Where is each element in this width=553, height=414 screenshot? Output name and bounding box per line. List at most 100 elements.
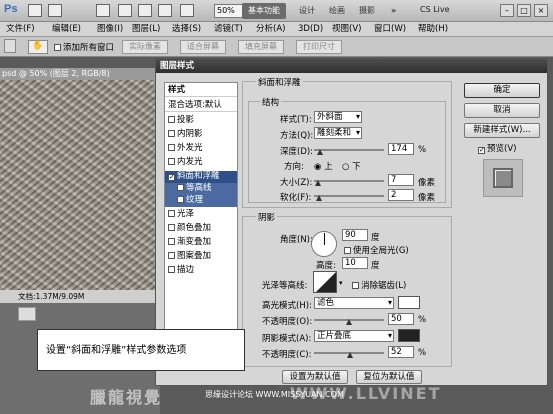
minimize-button[interactable]: –	[500, 4, 514, 17]
workspace-photography[interactable]: 摄影	[353, 3, 381, 19]
blending-options[interactable]: 混合选项:默认	[165, 100, 237, 112]
shadow-opacity-thumb[interactable]	[347, 352, 353, 358]
highlight-opacity-thumb[interactable]	[346, 319, 352, 325]
depth-input[interactable]: 174	[388, 143, 414, 155]
inner-shadow-checkbox[interactable]	[168, 130, 175, 137]
arrange-documents-icon[interactable]	[180, 4, 194, 17]
menu-filter[interactable]: 滤镜(T)	[214, 23, 243, 36]
cancel-button[interactable]: 取消	[464, 103, 540, 118]
rotate-view-icon[interactable]	[158, 4, 172, 17]
soften-slider-thumb[interactable]	[316, 195, 322, 201]
size-slider[interactable]	[314, 180, 384, 182]
workspace-essentials[interactable]: 基本功能	[242, 3, 286, 19]
bevel-style-select[interactable]: 外斜面	[314, 111, 362, 123]
drop-shadow-checkbox[interactable]	[168, 116, 175, 123]
direction-up-radio[interactable]: ◉ 上	[314, 160, 333, 172]
actual-pixels-button[interactable]: 实际像素	[122, 40, 168, 54]
altitude-input[interactable]: 10	[342, 257, 368, 269]
menu-view[interactable]: 视图(V)	[332, 23, 361, 36]
inner-glow-checkbox[interactable]	[168, 158, 175, 165]
depth-slider[interactable]	[314, 149, 384, 151]
menu-help[interactable]: 帮助(H)	[418, 23, 448, 36]
menu-select[interactable]: 选择(S)	[172, 23, 201, 36]
contour-dropdown-arrow[interactable]: ▾	[339, 279, 343, 287]
cs-live-button[interactable]: CS Live	[420, 5, 450, 14]
color-overlay-checkbox[interactable]	[168, 224, 175, 231]
contour-checkbox[interactable]	[177, 184, 184, 191]
technique-select[interactable]: 雕刻柔和	[314, 127, 362, 139]
effect-outer-glow[interactable]: 外发光	[165, 143, 237, 155]
effect-satin[interactable]: 光泽	[165, 209, 237, 221]
texture-checkbox[interactable]	[177, 196, 184, 203]
pattern-overlay-checkbox[interactable]	[168, 252, 175, 259]
bridge-icon[interactable]	[28, 4, 42, 17]
effect-inner-shadow[interactable]: 内阴影	[165, 129, 237, 141]
menu-window[interactable]: 窗口(W)	[374, 23, 406, 36]
effect-stroke[interactable]: 描边	[165, 265, 237, 277]
effect-contour[interactable]: 等高线	[165, 183, 237, 195]
outer-glow-checkbox[interactable]	[168, 144, 175, 151]
workspace-overflow[interactable]: »	[385, 3, 402, 19]
effect-bevel-emboss[interactable]: ✓ 斜面和浮雕	[165, 171, 237, 183]
gradient-overlay-checkbox[interactable]	[168, 238, 175, 245]
menu-image[interactable]: 图像(I)	[97, 23, 123, 36]
gloss-contour-picker[interactable]	[313, 271, 337, 293]
global-light-option[interactable]: 使用全局光(G)	[344, 244, 409, 256]
make-default-button[interactable]: 设置为默认值	[282, 370, 348, 384]
ok-button[interactable]: 确定	[464, 83, 540, 98]
preview-checkbox[interactable]: ✓	[478, 147, 485, 154]
view-extras-icon[interactable]	[96, 4, 110, 17]
menu-analysis[interactable]: 分析(A)	[256, 23, 285, 36]
angle-input[interactable]: 90	[342, 229, 368, 241]
sample-all-checkbox[interactable]	[54, 44, 61, 51]
zoom-tool-icon[interactable]	[138, 4, 152, 17]
size-input[interactable]: 7	[388, 174, 414, 186]
soften-slider[interactable]	[314, 195, 384, 197]
hand-tool-icon[interactable]	[118, 4, 132, 17]
document-tab[interactable]: psd @ 50% (图层 2, RGB/8)	[0, 68, 160, 80]
antialias-checkbox[interactable]	[352, 282, 359, 289]
maximize-button[interactable]: □	[517, 4, 531, 17]
shadow-opacity-input[interactable]: 52	[388, 346, 414, 358]
highlight-opacity-input[interactable]: 50	[388, 313, 414, 325]
sample-all-windows[interactable]: 添加所有窗口	[54, 41, 114, 53]
satin-checkbox[interactable]	[168, 210, 175, 217]
print-size-button[interactable]: 打印尺寸	[296, 40, 342, 54]
layer-thumbnail[interactable]	[18, 307, 36, 321]
minibridge-icon[interactable]	[48, 4, 62, 17]
menu-file[interactable]: 文件(F)	[6, 23, 35, 36]
new-style-button[interactable]: 新建样式(W)...	[464, 123, 540, 138]
antialias-option[interactable]: 消除锯齿(L)	[352, 279, 406, 291]
soften-input[interactable]: 2	[388, 189, 414, 201]
angle-dial[interactable]	[311, 231, 337, 257]
highlight-color-swatch[interactable]	[398, 296, 420, 309]
direction-down-radio[interactable]: ○ 下	[342, 160, 361, 172]
menu-layer[interactable]: 图层(L)	[132, 23, 160, 36]
effect-pattern-overlay[interactable]: 图案叠加	[165, 251, 237, 263]
preview-option[interactable]: ✓ 预览(V)	[478, 142, 516, 154]
close-button[interactable]: ×	[534, 4, 548, 17]
bevel-emboss-checkbox[interactable]: ✓	[168, 174, 175, 181]
effect-drop-shadow[interactable]: 投影	[165, 115, 237, 127]
fit-screen-button[interactable]: 适合屏幕	[180, 40, 226, 54]
effect-texture[interactable]: 纹理	[165, 195, 237, 207]
styles-header[interactable]: 样式	[165, 85, 237, 97]
global-light-checkbox[interactable]	[344, 247, 351, 254]
zoom-tool-preset-icon[interactable]	[4, 39, 16, 53]
shadow-mode-select[interactable]: 正片叠底	[314, 330, 394, 342]
menu-edit[interactable]: 编辑(E)	[52, 23, 81, 36]
stroke-checkbox[interactable]	[168, 266, 175, 273]
workspace-design[interactable]: 设计	[293, 3, 321, 19]
effect-inner-glow[interactable]: 内发光	[165, 157, 237, 169]
size-slider-thumb[interactable]	[315, 180, 321, 186]
workspace-painting[interactable]: 绘画	[323, 3, 351, 19]
reset-default-button[interactable]: 复位为默认值	[356, 370, 422, 384]
shadow-color-swatch[interactable]	[398, 329, 420, 342]
menu-3d[interactable]: 3D(D)	[298, 23, 323, 36]
effect-color-overlay[interactable]: 颜色叠加	[165, 223, 237, 235]
hand-icon[interactable]: ✋	[28, 40, 48, 54]
depth-slider-thumb[interactable]	[317, 149, 323, 155]
fill-screen-button[interactable]: 填充屏幕	[238, 40, 284, 54]
effect-gradient-overlay[interactable]: 渐变叠加	[165, 237, 237, 249]
highlight-mode-select[interactable]: 滤色	[314, 297, 394, 309]
